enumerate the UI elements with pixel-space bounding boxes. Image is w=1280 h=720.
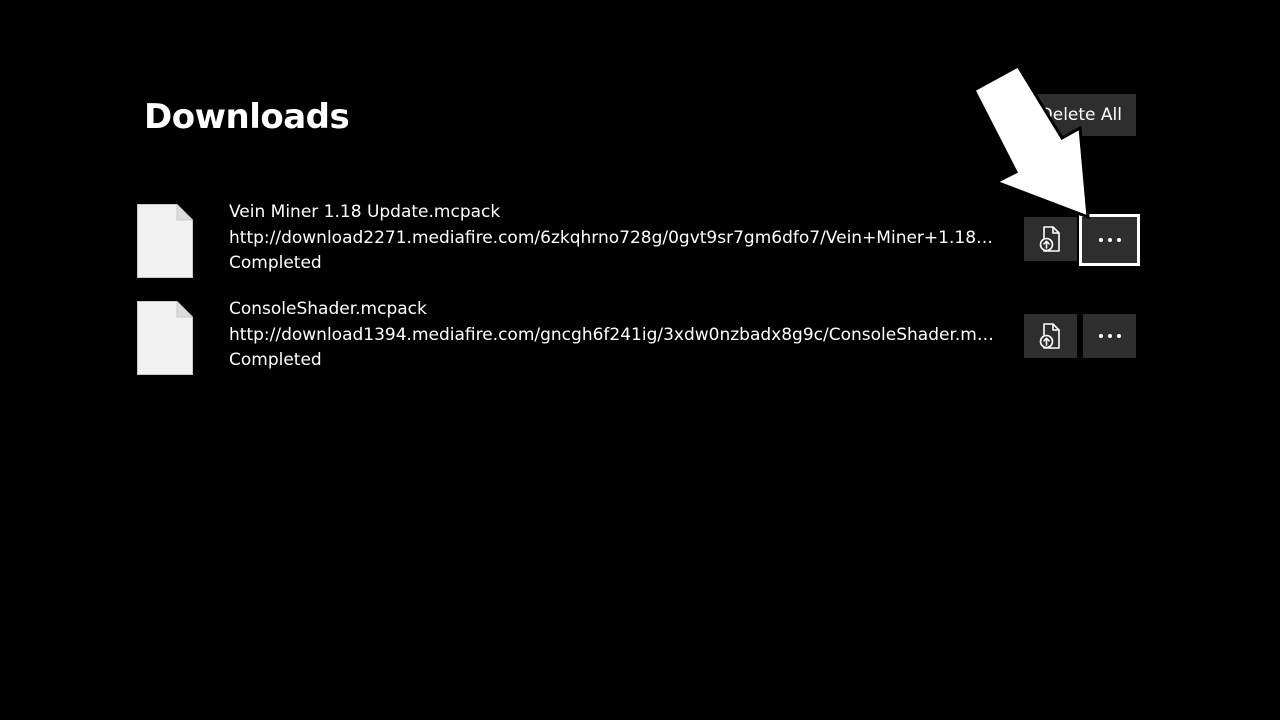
- more-options-icon: [1098, 238, 1121, 242]
- file-icon: [137, 204, 193, 278]
- download-url: http://download2271.mediafire.com/6zkqhr…: [229, 227, 1001, 248]
- downloads-page: Downloads Delete All Vein Miner 1.18 Upd…: [0, 0, 1280, 720]
- file-icon: [137, 301, 193, 375]
- open-file-button[interactable]: [1024, 217, 1077, 261]
- more-options-button[interactable]: [1083, 314, 1136, 358]
- download-status: Completed: [229, 350, 322, 370]
- download-filename: ConsoleShader.mcpack: [229, 299, 427, 319]
- more-options-button[interactable]: [1079, 214, 1140, 266]
- open-file-icon: [1039, 226, 1060, 252]
- download-info: ConsoleShader.mcpack http://download1394…: [229, 297, 1001, 374]
- more-options-icon: [1098, 334, 1121, 338]
- download-filename: Vein Miner 1.18 Update.mcpack: [229, 202, 501, 222]
- open-file-button[interactable]: [1024, 314, 1077, 358]
- open-file-icon: [1039, 323, 1060, 349]
- download-row[interactable]: ConsoleShader.mcpack http://download1394…: [0, 299, 1280, 381]
- download-status: Completed: [229, 253, 322, 273]
- download-info: Vein Miner 1.18 Update.mcpack http://dow…: [229, 200, 1001, 277]
- page-title: Downloads: [144, 97, 350, 137]
- download-url: http://download1394.mediafire.com/gncgh6…: [229, 324, 1001, 345]
- pointer-arrow-icon: [971, 63, 1090, 220]
